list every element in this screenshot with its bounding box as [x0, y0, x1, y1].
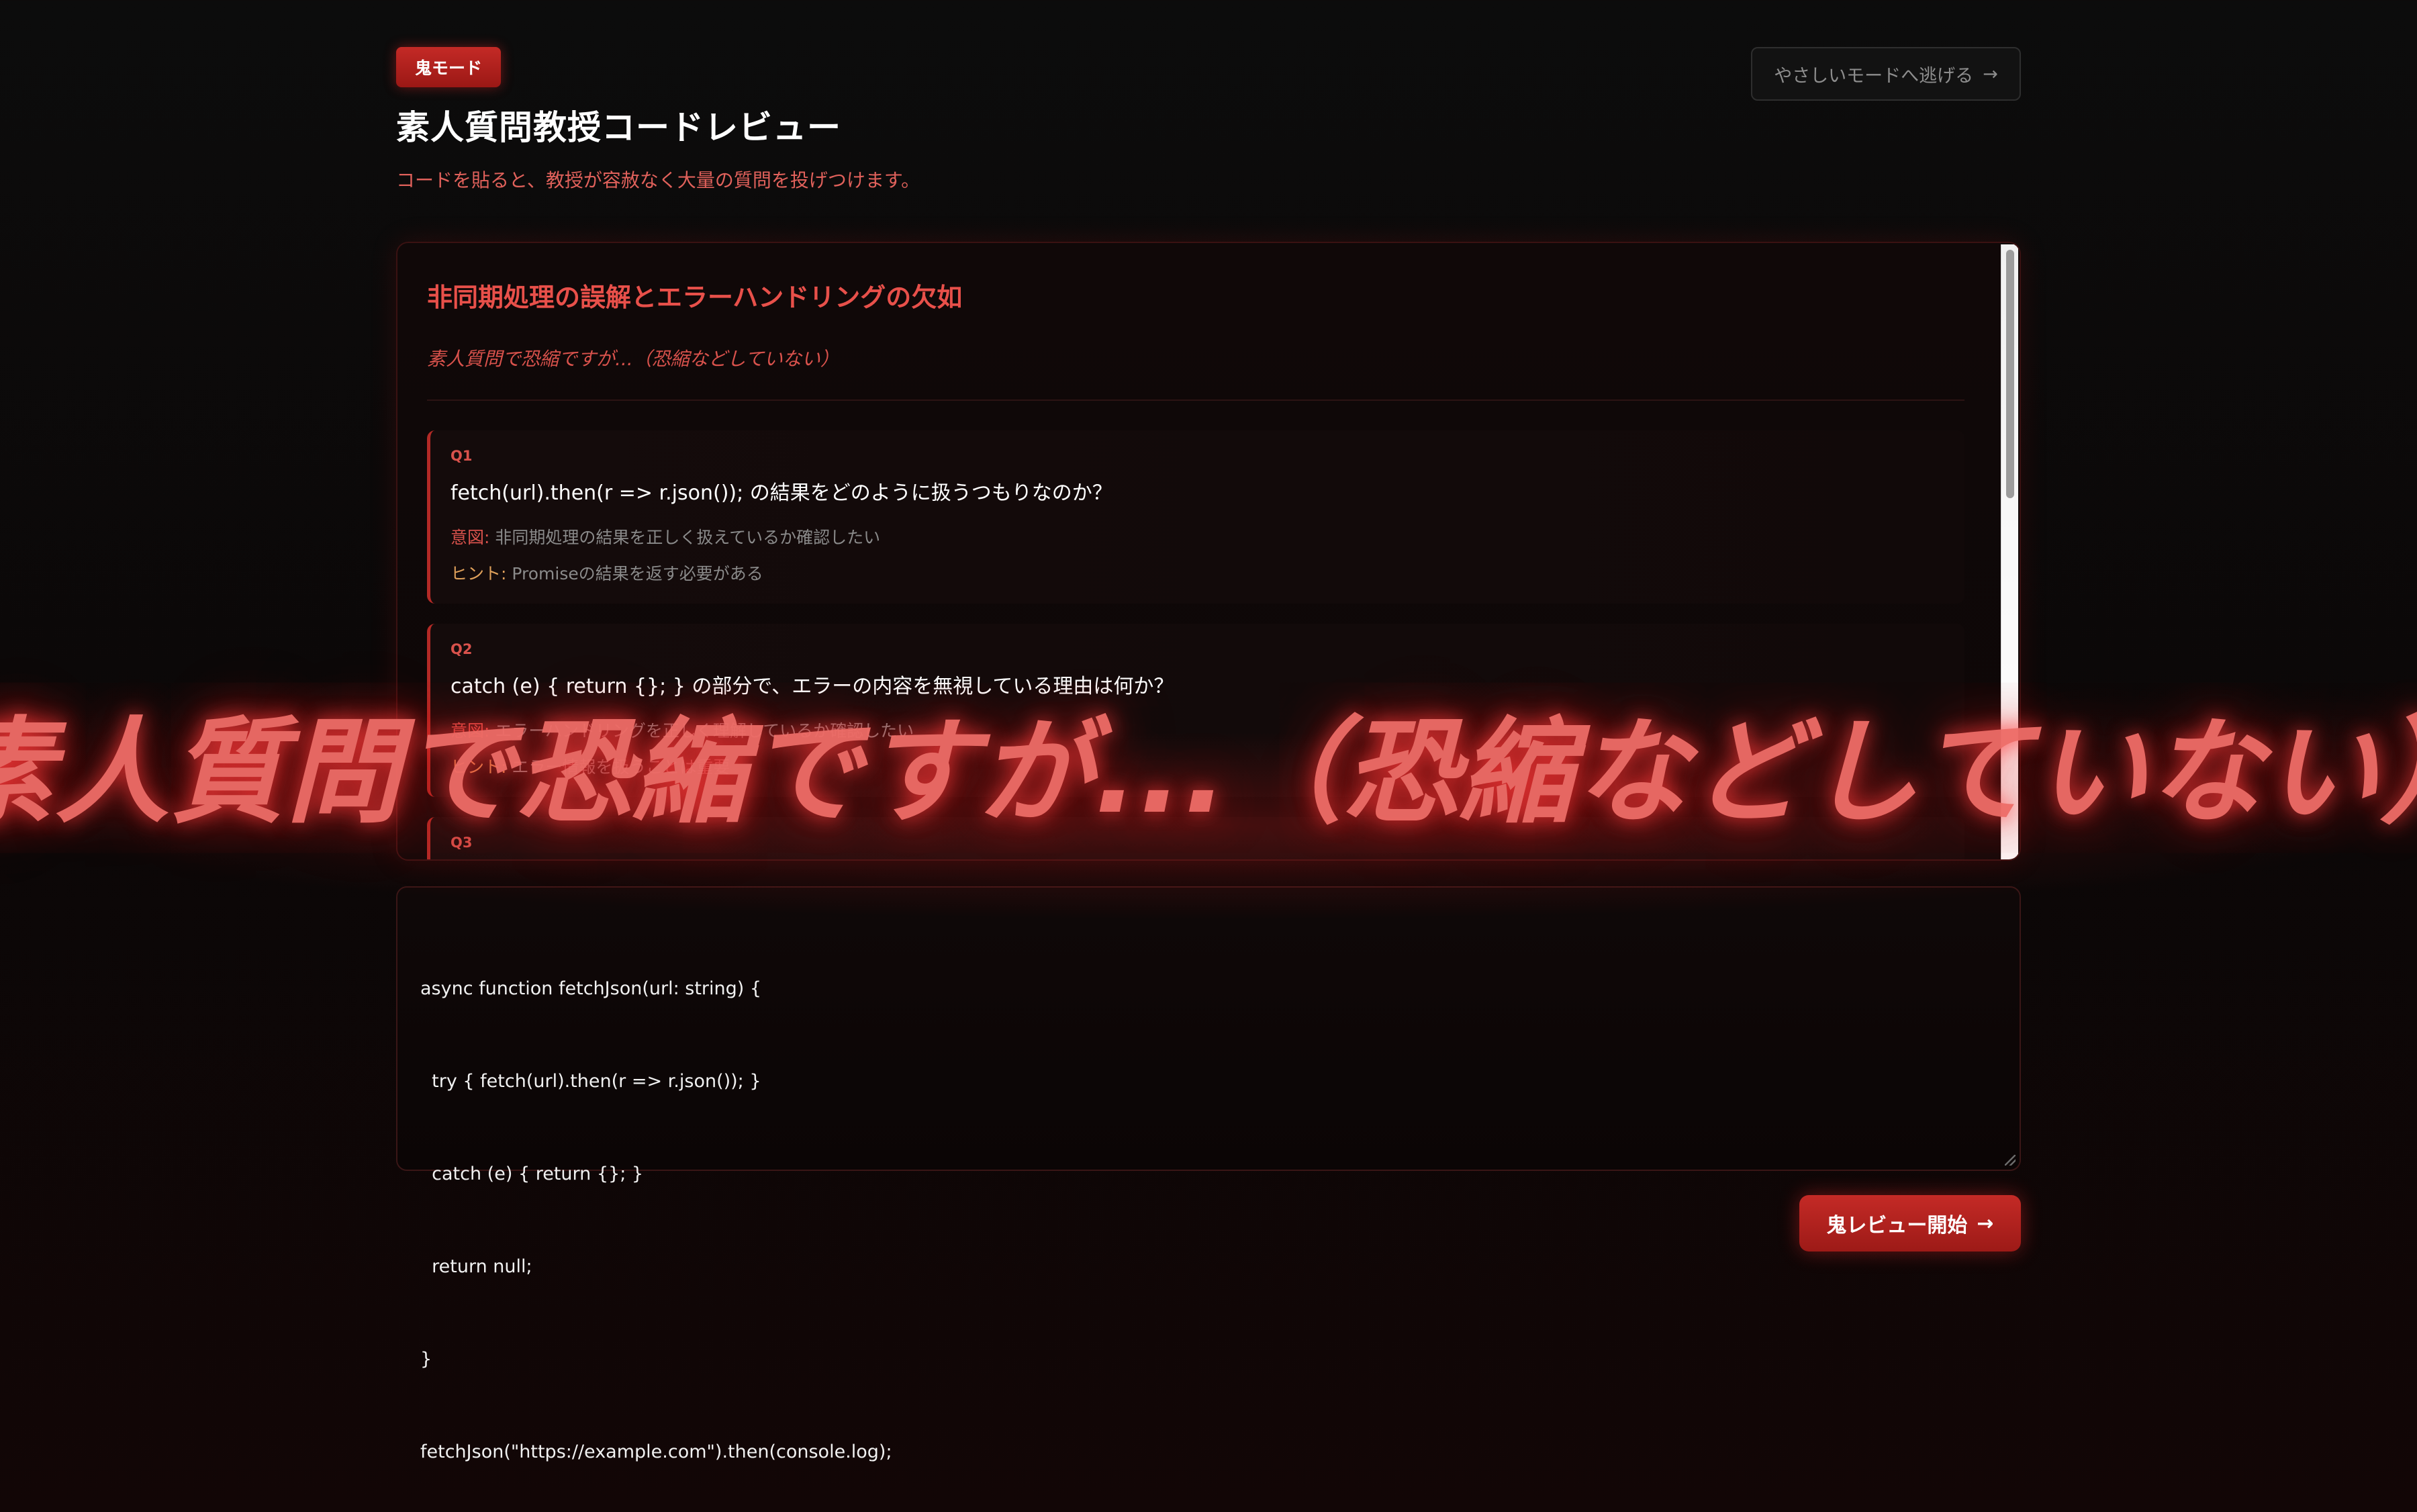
mode-badge: 鬼モード	[396, 47, 502, 87]
code-line: async function fetchJson(url: string) {	[420, 978, 762, 999]
page-container: 鬼モード やさしいモードへ逃げる → 素人質問教授コードレビュー コードを貼ると…	[396, 0, 2021, 1512]
hint-label: ヒント:	[451, 757, 507, 777]
arrow-right-icon: →	[1977, 1211, 1994, 1235]
code-line: catch (e) { return {}; }	[420, 1164, 644, 1184]
escape-button-label: やさしいモードへ逃げる	[1774, 65, 1974, 87]
arrow-right-icon: →	[1983, 63, 1998, 85]
intent-text: 非同期処理の結果を正しく扱えているか確認したい	[495, 528, 881, 547]
code-input-textarea[interactable]: async function fetchJson(url: string) { …	[396, 886, 2021, 1462]
question-intent: 意図: エラーハンドリングを正しく理解しているか確認したい	[451, 718, 1944, 742]
code-line: try { fetch(url).then(r => r.json()); }	[420, 1071, 761, 1092]
hint-text: Promiseの結果を返す必要がある	[512, 564, 763, 583]
code-line: fetchJson("https://example.com").then(co…	[420, 1442, 892, 1462]
resize-grip-icon[interactable]	[2005, 1155, 2016, 1166]
question-card-q2: Q2 catch (e) { return {}; } の部分で、エラーの内容を…	[427, 624, 1964, 797]
divider	[427, 399, 1964, 401]
review-scrollbar[interactable]	[2001, 244, 2018, 859]
page-subtitle: コードを貼ると、教授が容赦なく大量の質問を投げつけます。	[396, 169, 920, 191]
code-line: return null;	[420, 1256, 532, 1277]
review-panel[interactable]: 非同期処理の誤解とエラーハンドリングの欠如 素人質問で恐縮ですが...（恐縮など…	[396, 242, 2021, 861]
hint-text: エラー情報を扱うことは重要	[512, 757, 730, 777]
question-hint: ヒント: Promiseの結果を返す必要がある	[451, 561, 1944, 585]
question-card-q1: Q1 fetch(url).then(r => r.json()); の結果をど…	[427, 430, 1964, 604]
code-line: }	[420, 1349, 432, 1370]
review-tagline: 素人質問で恐縮ですが...（恐縮などしていない）	[427, 348, 839, 370]
hint-label: ヒント:	[451, 564, 507, 583]
intent-label: 意図:	[451, 721, 490, 741]
question-number: Q3	[451, 835, 473, 851]
review-heading: 非同期処理の誤解とエラーハンドリングの欠如	[427, 283, 963, 312]
question-text: catch (e) { return {}; } の部分で、エラーの内容を無視し…	[451, 675, 1174, 698]
question-intent: 意図: 非同期処理の結果を正しく扱えているか確認したい	[451, 524, 1944, 549]
question-text: fetch(url).then(r => r.json()); の結果をどのよう…	[451, 481, 1112, 505]
review-content: 非同期処理の誤解とエラーハンドリングの欠如 素人質問で恐縮ですが...（恐縮など…	[427, 270, 1964, 859]
intent-label: 意図:	[451, 528, 490, 547]
page-title: 素人質問教授コードレビュー	[396, 108, 841, 147]
start-button-label: 鬼レビュー開始	[1826, 1214, 1968, 1237]
scrollbar-thumb[interactable]	[2006, 250, 2014, 498]
start-review-button[interactable]: 鬼レビュー開始 →	[1799, 1195, 2021, 1251]
question-card-q3: Q3	[427, 817, 1964, 859]
question-number: Q2	[451, 641, 473, 657]
escape-to-easy-mode-button[interactable]: やさしいモードへ逃げる →	[1751, 47, 2021, 101]
question-hint: ヒント: エラー情報を扱うことは重要	[451, 754, 1944, 778]
question-number: Q1	[451, 448, 473, 464]
intent-text: エラーハンドリングを正しく理解しているか確認したい	[495, 721, 914, 741]
